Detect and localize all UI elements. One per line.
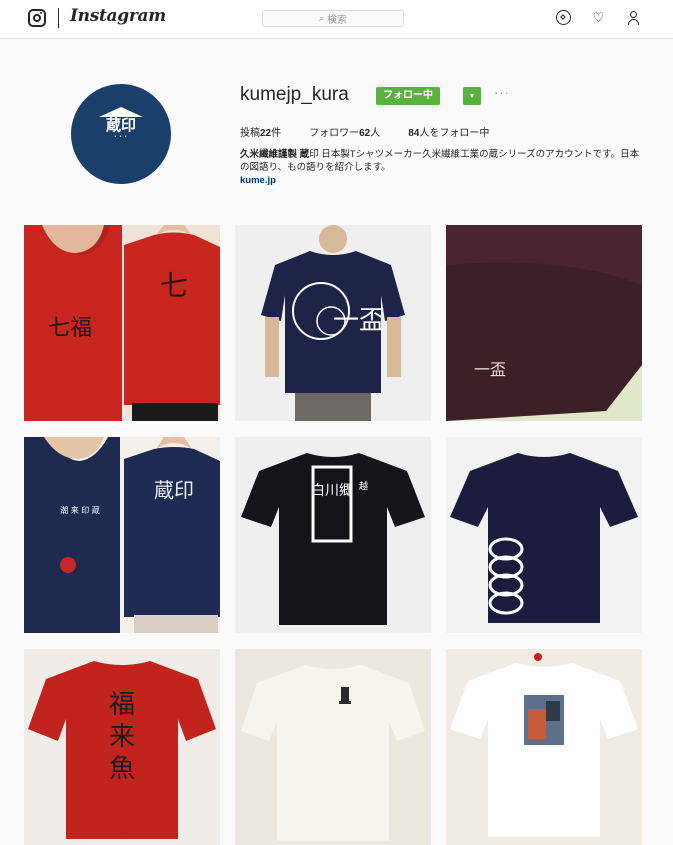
nav-divider bbox=[58, 8, 59, 28]
person-icon[interactable] bbox=[626, 10, 641, 25]
profile-stats: 投稿22件 フォロワー62人 84人をフォロー中 bbox=[240, 124, 489, 139]
following-button[interactable]: フォロー中 bbox=[376, 87, 440, 105]
svg-text:来: 来 bbox=[109, 722, 135, 752]
post-image-purple-tshirt: 一盃 bbox=[446, 225, 642, 421]
avatar-logo: 蔵印 • • • bbox=[91, 107, 151, 161]
post-image-black-tshirt: 白川郷 越 bbox=[235, 437, 431, 633]
post-image-red-tshirt-kanji: 福 来 魚 福来魚 bbox=[24, 649, 220, 845]
post-tile[interactable] bbox=[446, 649, 642, 845]
top-nav: Instagram ⌕ 検索 ♡ bbox=[0, 0, 673, 39]
post-caption-kanji: 白川郷 bbox=[311, 483, 353, 499]
post-tile[interactable]: 福 来 魚 福来魚 bbox=[24, 649, 220, 845]
svg-text:越: 越 bbox=[359, 480, 368, 492]
profile-bio: 久米繊維謹製 蔵印 日本製Tシャツメーカー久米繊維工業の蔵シリーズのアカウントで… bbox=[240, 148, 640, 187]
instagram-glyph-icon[interactable] bbox=[28, 9, 46, 27]
post-tile[interactable]: 潮 来 印 蔵 蔵印 bbox=[24, 437, 220, 633]
post-tile[interactable]: 一盃 bbox=[446, 225, 642, 421]
bio-full-name: 久米繊維謹製 蔵 bbox=[240, 149, 310, 160]
post-caption-kanji: 一盃 bbox=[474, 360, 506, 379]
nav-icon-group: ♡ bbox=[556, 10, 641, 25]
post-grid: 七福 七 一盃 一盃 潮 来 印 蔵 蔵印 白川郷 越 福 来 魚 福来魚 bbox=[24, 225, 644, 845]
instagram-wordmark[interactable]: Instagram bbox=[70, 6, 166, 26]
post-tile[interactable] bbox=[446, 437, 642, 633]
post-image-navy-tshirt-front-back: 潮 来 印 蔵 蔵印 bbox=[24, 437, 220, 633]
posts-count: 投稿22件 bbox=[240, 128, 282, 139]
followers-count[interactable]: フォロワー62人 bbox=[309, 124, 380, 139]
svg-text:七: 七 bbox=[160, 269, 188, 302]
more-options-button[interactable]: ··· bbox=[494, 85, 510, 100]
post-caption-kanji: 七福 bbox=[48, 316, 92, 341]
following-count[interactable]: 84人をフォロー中 bbox=[408, 124, 489, 139]
avatar[interactable]: 蔵印 • • • bbox=[71, 84, 171, 184]
svg-text:潮 来 印 蔵: 潮 来 印 蔵 bbox=[60, 505, 100, 515]
post-tile[interactable]: 白川郷 越 bbox=[235, 437, 431, 633]
heart-icon[interactable]: ♡ bbox=[591, 10, 606, 25]
profile-username: kumejp_kura bbox=[240, 84, 349, 105]
post-tile[interactable] bbox=[235, 649, 431, 845]
svg-text:福: 福 bbox=[109, 690, 135, 720]
post-tile[interactable]: 一盃 bbox=[235, 225, 431, 421]
search-input[interactable]: ⌕ 検索 bbox=[262, 10, 404, 27]
bio-website-link[interactable]: kume.jp bbox=[240, 174, 640, 187]
post-image-navy-tshirt-model: 一盃 bbox=[235, 225, 431, 421]
post-caption-kanji: 一盃 bbox=[333, 306, 385, 336]
post-image-white-tshirt bbox=[235, 649, 431, 845]
compass-icon[interactable] bbox=[556, 10, 571, 25]
post-image-navy-tshirt-rope bbox=[446, 437, 642, 633]
post-tile[interactable]: 七福 七 bbox=[24, 225, 220, 421]
search-icon: ⌕ bbox=[318, 13, 325, 23]
post-caption-kanji: 蔵印 bbox=[154, 478, 194, 502]
avatar-kanji: 蔵印 bbox=[105, 116, 136, 134]
search-placeholder: 検索 bbox=[327, 15, 348, 26]
avatar-ornament: • • • bbox=[114, 134, 128, 140]
svg-text:魚: 魚 bbox=[109, 754, 135, 784]
post-image-white-tshirt-photo bbox=[446, 649, 642, 845]
follow-dropdown-button[interactable]: ▾ bbox=[463, 87, 481, 105]
post-image-red-tshirt: 七福 七 bbox=[24, 225, 220, 421]
